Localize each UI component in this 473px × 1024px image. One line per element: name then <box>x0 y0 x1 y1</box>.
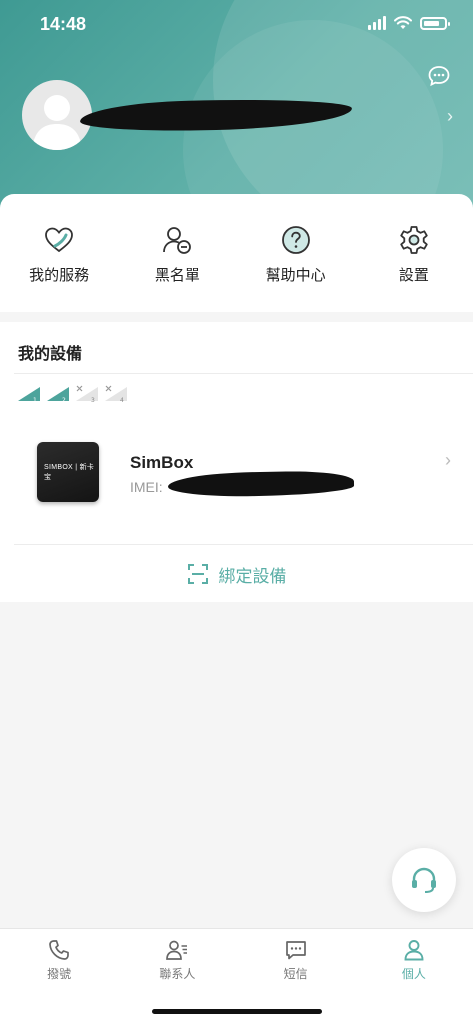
chevron-right-icon[interactable]: › <box>447 106 453 127</box>
customer-support-button[interactable] <box>392 848 456 912</box>
sim-slot-number: 3 <box>91 397 95 403</box>
scan-icon <box>187 564 208 584</box>
my-devices-card: 我的設備 1 2 3 4 SIMBOX | 新卡宝 SimBox IMEI: › <box>0 322 473 602</box>
wifi-icon <box>394 16 412 29</box>
contacts-icon <box>166 940 188 960</box>
phone-icon <box>49 940 69 960</box>
tab-dial[interactable]: 撥號 <box>0 929 118 985</box>
status-icons <box>368 16 450 30</box>
device-image-label: SIMBOX | 新卡宝 <box>44 464 95 481</box>
device-name[interactable]: SimBox <box>130 453 193 473</box>
section-title: 我的設備 <box>18 346 83 363</box>
message-icon <box>285 941 306 960</box>
bind-device-button[interactable]: 綁定設備 <box>0 554 473 594</box>
chat-bubble-icon[interactable] <box>427 64 451 88</box>
default-avatar-icon <box>32 95 82 150</box>
tab-profile[interactable]: 個人 <box>355 929 473 985</box>
device-imei: IMEI: <box>130 479 163 495</box>
action-my-services[interactable]: 我的服務 <box>4 224 114 312</box>
tab-label: 個人 <box>401 967 426 981</box>
sim-slot-2-signal-icon: 2 <box>47 387 69 403</box>
tab-label: 短信 <box>283 967 308 981</box>
sim-slot-1-signal-icon: 1 <box>18 387 40 403</box>
quick-actions-card: 我的服務 黑名單 幫助中心 設置 <box>0 194 473 312</box>
bind-device-label: 綁定設備 <box>218 566 287 586</box>
headset-icon <box>412 867 436 893</box>
action-settings[interactable]: 設置 <box>359 224 469 312</box>
sim-slot-number: 4 <box>120 397 124 403</box>
tab-messages[interactable]: 短信 <box>237 929 355 985</box>
home-indicator <box>152 1009 322 1014</box>
tab-label: 聯系人 <box>159 967 196 981</box>
avatar[interactable] <box>22 80 92 150</box>
chevron-right-icon[interactable]: › <box>445 450 451 471</box>
sim-slot-number: 2 <box>62 397 66 403</box>
help-icon <box>281 226 310 254</box>
person-icon <box>404 940 424 961</box>
user-block-icon <box>163 227 192 254</box>
sim-slot-3-empty-icon: 3 <box>76 385 98 403</box>
divider <box>14 373 473 374</box>
bottom-tab-bar: 撥號 聯系人 短信 個人 <box>0 928 473 1024</box>
tab-contacts[interactable]: 聯系人 <box>118 929 236 985</box>
action-label: 幫助中心 <box>265 267 326 284</box>
heart-icon <box>45 227 74 253</box>
gear-icon <box>400 226 428 254</box>
cellular-signal-icon <box>368 16 386 30</box>
tab-label: 撥號 <box>47 967 72 981</box>
redacted-imei <box>167 470 355 498</box>
action-blacklist[interactable]: 黑名單 <box>122 224 232 312</box>
action-help-center[interactable]: 幫助中心 <box>241 224 351 312</box>
simbox-device-image[interactable]: SIMBOX | 新卡宝 <box>37 442 99 502</box>
status-time: 14:48 <box>40 14 87 34</box>
action-label: 設置 <box>398 267 429 284</box>
battery-icon <box>420 16 450 30</box>
divider <box>14 544 473 545</box>
status-bar: 14:48 <box>0 0 473 50</box>
sim-slot-number: 1 <box>33 397 37 403</box>
action-label: 黑名單 <box>154 267 200 284</box>
action-label: 我的服務 <box>29 267 90 284</box>
sim-slot-4-empty-icon: 4 <box>105 385 127 403</box>
sim-slot-indicators: 1 2 3 4 <box>17 385 130 403</box>
